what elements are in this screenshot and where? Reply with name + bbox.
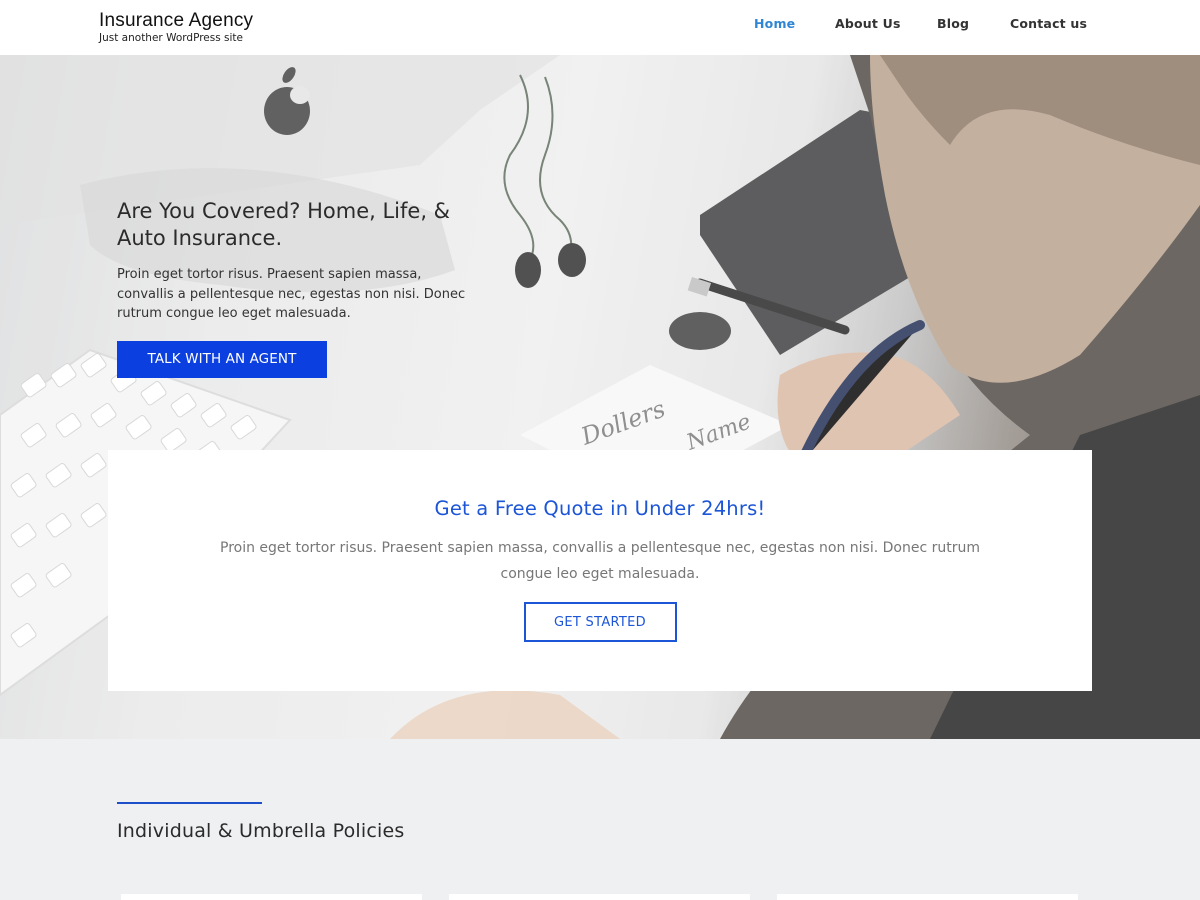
nav-contact-us[interactable]: Contact us: [1010, 16, 1087, 31]
site-header: Insurance Agency Just another WordPress …: [0, 0, 1200, 55]
talk-with-agent-button[interactable]: TALK WITH AN AGENT: [117, 340, 327, 378]
policy-card[interactable]: [777, 894, 1078, 900]
hero-title: Are You Covered? Home, Life, & Auto Insu…: [117, 199, 451, 250]
nav-blog[interactable]: Blog: [937, 16, 969, 31]
quote-text: Proin eget tortor risus. Praesent sapien…: [220, 540, 980, 582]
main-nav: Home About Us Blog Contact us: [0, 16, 1200, 34]
policy-card[interactable]: [449, 894, 750, 900]
policies-section: Individual & Umbrella Policies: [0, 739, 1200, 900]
section-divider: [117, 802, 262, 804]
free-quote-card: Get a Free Quote in Under 24hrs! Proin e…: [108, 450, 1092, 691]
quote-title: Get a Free Quote in Under 24hrs!: [434, 497, 766, 520]
nav-home[interactable]: Home: [754, 16, 795, 31]
policy-card[interactable]: [121, 894, 422, 900]
get-started-button[interactable]: GET STARTED: [523, 602, 677, 642]
hero-text: Proin eget tortor risus. Praesent sapien…: [117, 267, 466, 321]
policies-title: Individual & Umbrella Policies: [117, 820, 405, 842]
hero-content: Are You Covered? Home, Life, & Auto Insu…: [117, 198, 477, 378]
nav-about-us[interactable]: About Us: [835, 16, 901, 31]
